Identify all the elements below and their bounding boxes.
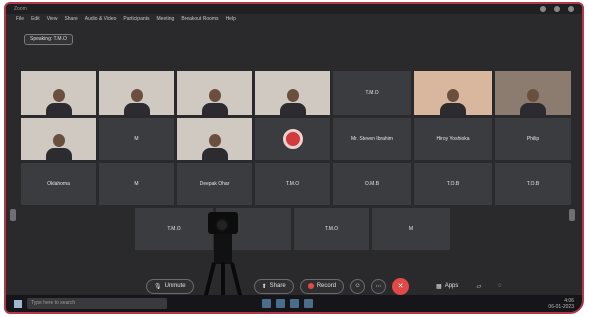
record-status-icon xyxy=(282,129,303,149)
participant-tile[interactable] xyxy=(494,70,572,116)
participant-name: T.M.O xyxy=(324,226,339,232)
participant-tile[interactable] xyxy=(98,70,175,116)
taskbar: Type here to search 4:06 06-01-2023 xyxy=(6,295,582,312)
taskbar-app-icon[interactable] xyxy=(262,299,271,308)
participant-tile[interactable] xyxy=(176,70,253,116)
page-left-arrow[interactable] xyxy=(10,209,16,221)
participant-name: Oklahoma xyxy=(47,181,70,187)
participant-tile[interactable]: M xyxy=(371,207,451,251)
more-icon: ⋯ xyxy=(375,283,382,290)
menu-breakout-rooms[interactable]: Breakout Rooms xyxy=(181,16,218,24)
avatar xyxy=(201,134,228,160)
participant-name: T.O.B xyxy=(526,181,540,187)
photo-frame: Zoom File Edit View Share Audio & Video … xyxy=(4,2,584,314)
share-screen-icon: ⬆ xyxy=(261,283,267,290)
avatar xyxy=(279,89,306,115)
participant-tile[interactable]: T.M.O xyxy=(293,207,370,251)
participant-name: Deepak Ohar xyxy=(199,181,230,187)
participant-tile[interactable]: Philip xyxy=(494,117,572,161)
taskbar-search-input[interactable]: Type here to search xyxy=(27,298,167,309)
avatar xyxy=(45,134,72,160)
menu-view[interactable]: View xyxy=(47,16,58,24)
taskbar-app-icon[interactable] xyxy=(304,299,313,308)
record-label: Record xyxy=(316,283,337,289)
participant-name: T.M.O xyxy=(365,90,379,96)
menu-participants[interactable]: Participants xyxy=(123,16,149,24)
participant-tile[interactable]: Oklahoma xyxy=(20,162,97,206)
participant-name: O.M.B xyxy=(364,181,380,187)
share-button[interactable]: ⬆ Share xyxy=(253,278,294,294)
reactions-button[interactable]: ☺ xyxy=(350,278,366,294)
window-title: Zoom xyxy=(14,6,27,12)
participant-tile[interactable]: Hiroy Yoshioka xyxy=(413,117,493,161)
participant-tile[interactable]: M xyxy=(98,117,175,161)
menu-share[interactable]: Share xyxy=(64,16,77,24)
microphone-icon: 🎙 xyxy=(154,283,162,290)
taskbar-app-icon[interactable] xyxy=(276,299,285,308)
participant-tile[interactable]: O.M.B xyxy=(332,162,412,206)
participant-tile[interactable]: T.O.B xyxy=(413,162,493,206)
participant-tile[interactable] xyxy=(413,70,493,116)
zoom-window: Zoom File Edit View Share Audio & Video … xyxy=(6,4,582,312)
participant-tile[interactable] xyxy=(254,70,331,116)
menu-bar: File Edit View Share Audio & Video Parti… xyxy=(6,15,582,25)
apps-label: Apps xyxy=(444,283,459,289)
avatar xyxy=(123,89,150,115)
avatar xyxy=(520,89,546,115)
record-icon xyxy=(307,283,314,289)
menu-audio-video[interactable]: Audio & Video xyxy=(85,16,117,24)
windows-start-icon[interactable] xyxy=(14,299,22,308)
menu-meeting[interactable]: Meeting xyxy=(157,16,175,24)
whiteboard-icon: ▱ xyxy=(476,283,482,290)
participant-tile[interactable]: T.M.O xyxy=(254,162,331,206)
more-button[interactable]: ⋯ xyxy=(371,278,387,294)
participant-name: T.M.O xyxy=(285,181,300,187)
participant-tile[interactable] xyxy=(20,70,97,116)
share-label: Share xyxy=(269,283,286,289)
leave-icon: ✕ xyxy=(397,283,404,290)
chat-icon: ◌ xyxy=(498,283,502,289)
avatar xyxy=(440,89,466,115)
participant-tile[interactable] xyxy=(176,117,253,161)
title-bar: Zoom xyxy=(6,4,582,14)
page-right-arrow[interactable] xyxy=(569,209,575,221)
smile-icon: ☺ xyxy=(354,283,361,289)
taskbar-app-icon[interactable] xyxy=(290,299,299,308)
participant-tile[interactable]: T.O.B xyxy=(494,162,572,206)
participant-name: M xyxy=(134,136,139,142)
participant-tile[interactable] xyxy=(20,117,97,161)
participant-name: Hiroy Yoshioka xyxy=(436,136,470,142)
avatar xyxy=(201,89,228,115)
clock-date: 06-01-2023 xyxy=(548,303,574,310)
record-button[interactable]: Record xyxy=(299,278,345,294)
participant-tile[interactable]: M xyxy=(98,162,175,206)
menu-edit[interactable]: Edit xyxy=(31,16,40,24)
close-icon[interactable] xyxy=(568,6,574,12)
menu-help[interactable]: Help xyxy=(226,16,236,24)
participant-name: Philip xyxy=(526,136,540,142)
unmute-button[interactable]: 🎙 Unmute xyxy=(146,278,194,294)
avatar xyxy=(45,89,72,115)
speaking-indicator: Speaking: T.M.O xyxy=(24,34,73,45)
participant-tile[interactable]: Deepak Ohar xyxy=(176,162,253,206)
whiteboard-button[interactable]: ▱ xyxy=(471,279,486,294)
leave-button[interactable]: ✕ xyxy=(392,277,410,295)
unmute-label: Unmute xyxy=(164,283,186,289)
apps-icon: ▦ xyxy=(436,283,442,290)
participant-tile[interactable]: T.M.O xyxy=(332,70,412,116)
participant-name: Mr. Steven Ibrahim xyxy=(351,136,393,142)
system-clock[interactable]: 4:06 06-01-2023 xyxy=(548,298,574,310)
window-controls[interactable] xyxy=(540,6,574,12)
participant-name: M xyxy=(134,181,139,187)
participant-tile[interactable]: Mr. Steven Ibrahim xyxy=(332,117,412,161)
maximize-icon[interactable] xyxy=(554,6,560,12)
participant-tile[interactable] xyxy=(254,117,331,161)
menu-file[interactable]: File xyxy=(16,16,24,24)
chat-button[interactable]: ◌ xyxy=(492,279,507,294)
minimize-icon[interactable] xyxy=(540,6,546,12)
participant-name: M xyxy=(408,226,414,232)
apps-button[interactable]: ▦ Apps xyxy=(429,279,465,294)
participant-name: T.O.B xyxy=(446,181,460,187)
